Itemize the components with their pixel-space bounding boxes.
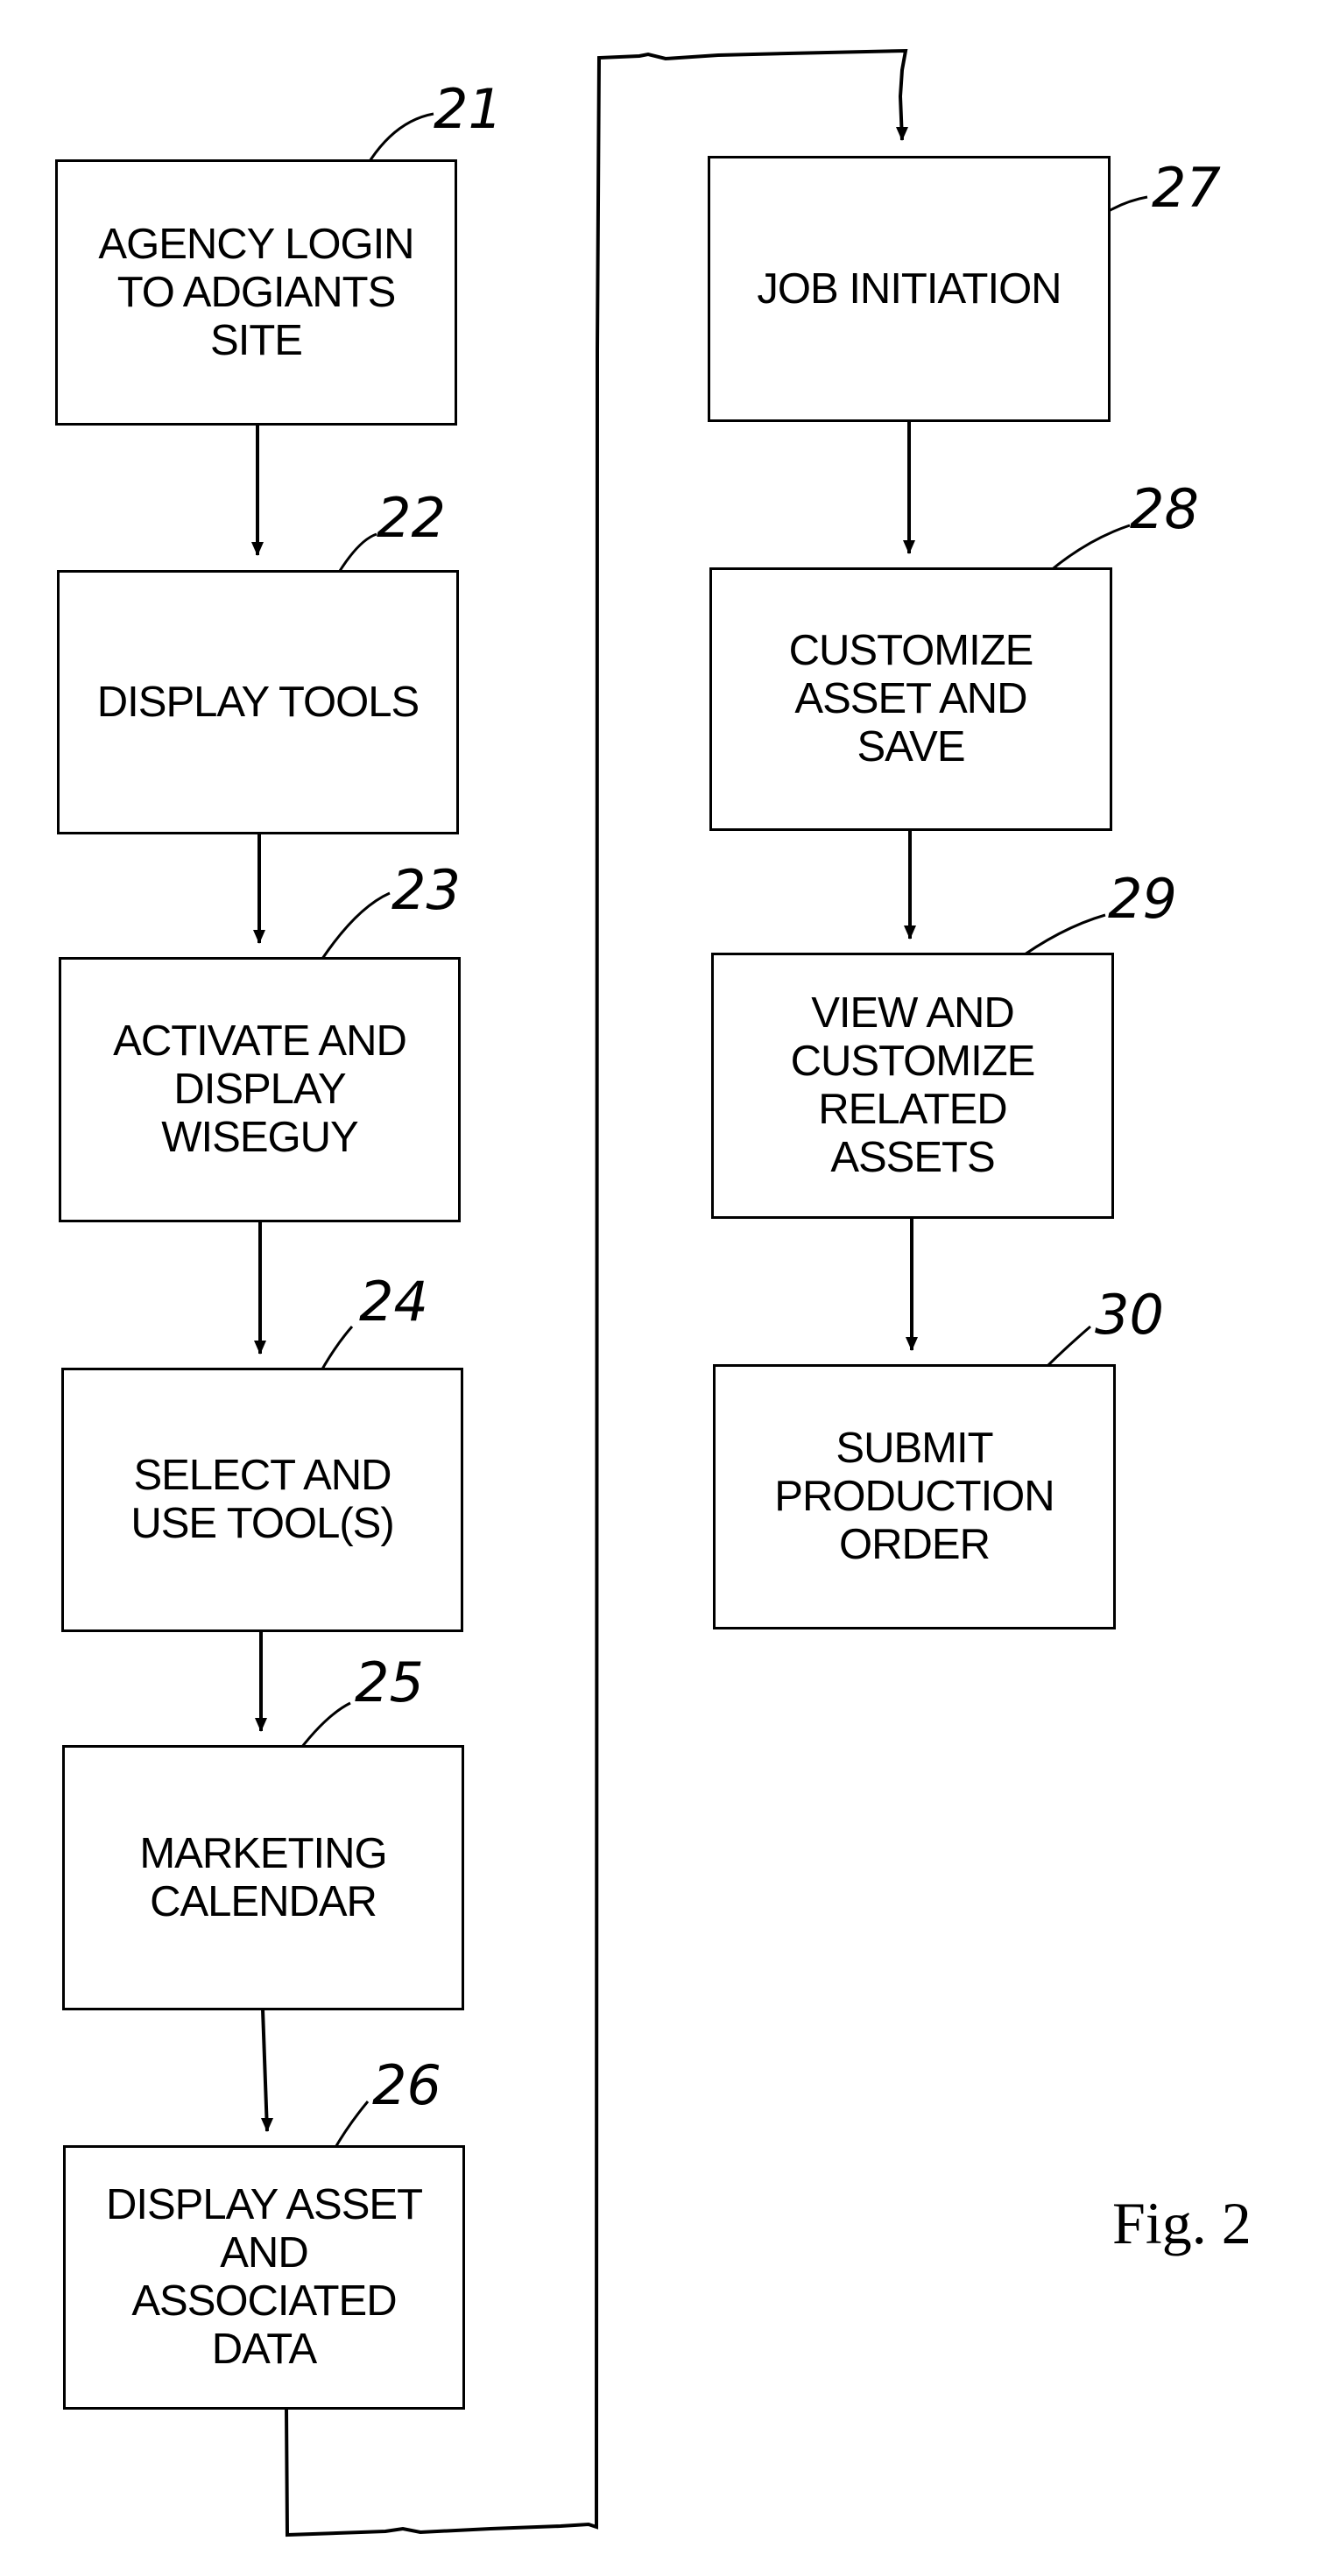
step-25-box: MARKETING CALENDAR xyxy=(62,1745,464,2010)
step-25-text: MARKETING CALENDAR xyxy=(139,1829,387,1925)
ref-numeral-24: 24 xyxy=(359,1270,428,1334)
ref-numeral-22: 22 xyxy=(377,486,446,550)
step-21-box: AGENCY LOGIN TO ADGIANTS SITE xyxy=(55,159,457,426)
step-27-text: JOB INITIATION xyxy=(757,264,1061,313)
step-22-box: DISPLAY TOOLS xyxy=(57,570,459,834)
ref-numeral-27: 27 xyxy=(1152,156,1221,220)
ref-numeral-28: 28 xyxy=(1130,477,1199,541)
ref-numeral-25: 25 xyxy=(355,1650,424,1714)
ref-numeral-26: 26 xyxy=(372,2053,441,2117)
step-24-box: SELECT AND USE TOOL(S) xyxy=(61,1368,463,1632)
step-28-text: CUSTOMIZE ASSET AND SAVE xyxy=(788,627,1034,771)
step-29-box: VIEW AND CUSTOMIZE RELATED ASSETS xyxy=(711,953,1114,1219)
figure-label: Fig. 2 xyxy=(1112,2190,1252,2256)
arrow-25-26 xyxy=(261,2009,273,2132)
step-28-box: CUSTOMIZE ASSET AND SAVE xyxy=(709,567,1112,831)
step-22-text: DISPLAY TOOLS xyxy=(96,678,420,726)
step-30-box: SUBMIT PRODUCTION ORDER xyxy=(713,1364,1116,1629)
step-23-box: ACTIVATE AND DISPLAY WISEGUY xyxy=(59,957,461,1222)
step-29-text: VIEW AND CUSTOMIZE RELATED ASSETS xyxy=(790,989,1036,1181)
ref-numeral-29: 29 xyxy=(1108,867,1177,931)
step-26-box: DISPLAY ASSET AND ASSOCIATED DATA xyxy=(63,2145,465,2410)
step-30-text: SUBMIT PRODUCTION ORDER xyxy=(774,1425,1054,1568)
step-21-text: AGENCY LOGIN TO ADGIANTS SITE xyxy=(98,220,414,364)
ref-numeral-30: 30 xyxy=(1095,1283,1164,1347)
step-26-text: DISPLAY ASSET AND ASSOCIATED DATA xyxy=(105,2181,423,2373)
step-23-text: ACTIVATE AND DISPLAY WISEGUY xyxy=(113,1017,407,1161)
ref-numeral-21: 21 xyxy=(434,77,503,141)
step-27-box: JOB INITIATION xyxy=(708,156,1111,422)
step-24-text: SELECT AND USE TOOL(S) xyxy=(130,1452,394,1547)
ref-numeral-23: 23 xyxy=(391,858,461,922)
